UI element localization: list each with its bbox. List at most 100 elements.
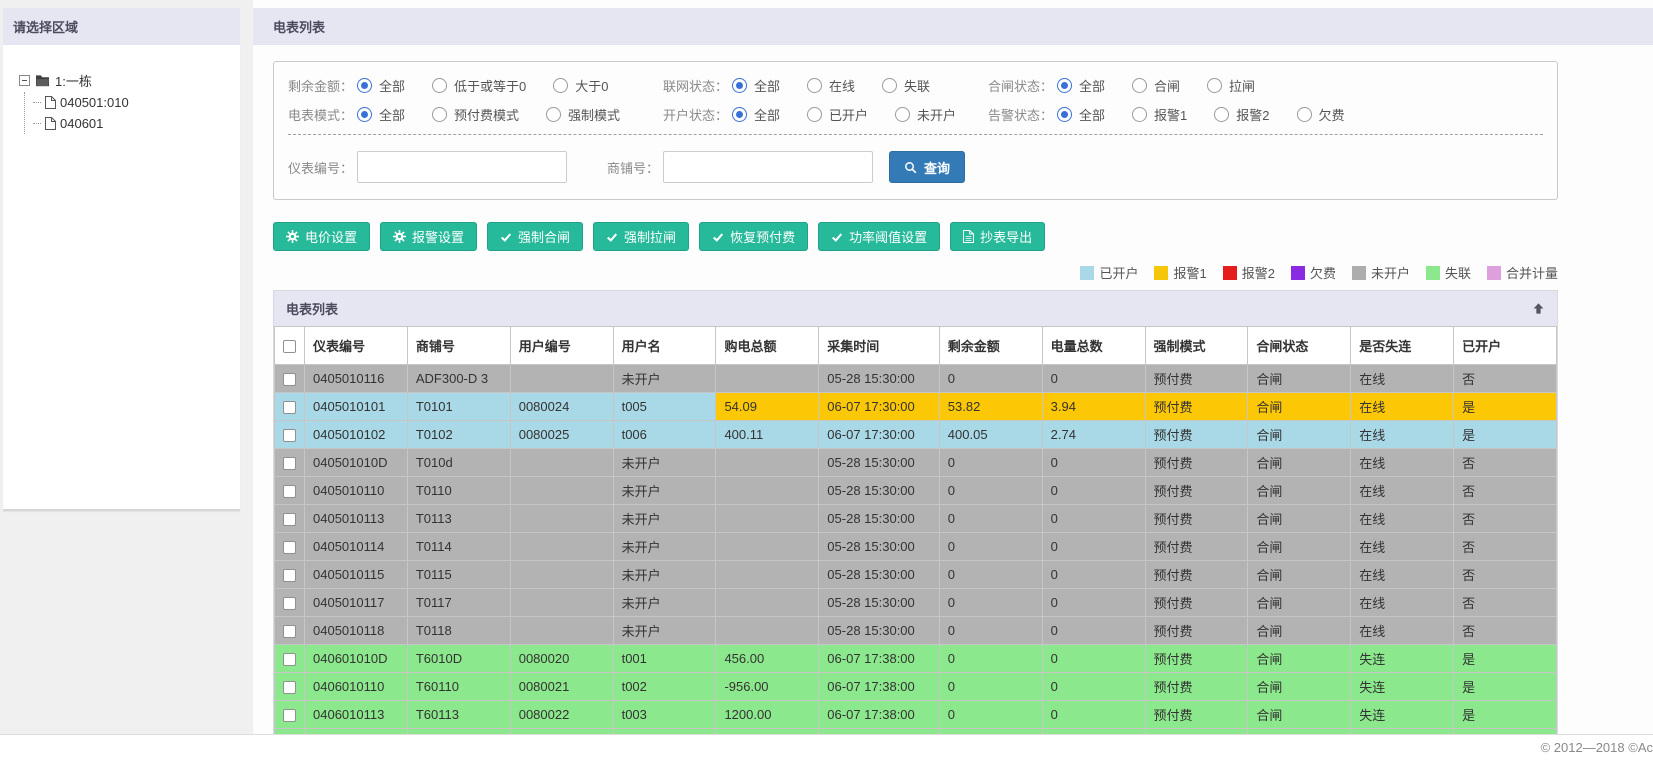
radio-option[interactable]: 预付费模式 — [432, 105, 519, 124]
radio-label: 全部 — [1079, 108, 1106, 123]
radio-button[interactable] — [1057, 78, 1073, 93]
radio-button[interactable] — [1207, 78, 1223, 93]
cell-购电总额: -956.00 — [715, 672, 820, 701]
radio-option[interactable]: 强制模式 — [546, 105, 620, 124]
radio-option[interactable]: 全部 — [1057, 76, 1105, 95]
cell-用户编号 — [509, 560, 614, 589]
radio-button[interactable] — [1057, 107, 1073, 122]
filter-group: 合闸状态： 全部 合闸 拉闸 — [988, 76, 1543, 95]
tree-node-040501:010[interactable]: 040501:010 — [33, 92, 232, 113]
cell-仪表编号: 0406010113 — [304, 700, 408, 729]
radio-option[interactable]: 在线 — [807, 76, 855, 95]
legend-item: 未开户 — [1351, 263, 1410, 282]
radio-button[interactable] — [1296, 107, 1312, 122]
radio-button[interactable] — [432, 78, 448, 93]
radio-button[interactable] — [546, 107, 562, 122]
radio-option[interactable]: 报警1 — [1132, 105, 1187, 124]
row-checkbox[interactable] — [283, 485, 296, 499]
radio-option[interactable]: 合闸 — [1132, 76, 1180, 95]
meter-table-panel: 电表列表 仪表编号 商铺号 用户编号 用户名 购电总额 采集时间 剩余金额 电量总数 强制模式合… — [273, 290, 1558, 734]
copyright: © 2012—2018 ©Ac — [1540, 740, 1653, 755]
radio-button[interactable] — [807, 78, 823, 93]
radio-option[interactable]: 拉闸 — [1207, 76, 1255, 95]
radio-button[interactable] — [553, 78, 569, 93]
radio-option[interactable]: 全部 — [1057, 105, 1105, 124]
table-row: 0405010101 T0101 0080024 t005 54.09 06-07 17:… — [274, 392, 1557, 421]
radio-button[interactable] — [882, 78, 898, 93]
action-button-强制拉闸[interactable]: 强制拉闸 — [593, 222, 690, 251]
radio-button[interactable] — [357, 107, 373, 122]
radio-button[interactable] — [1214, 107, 1230, 122]
cell-用户编号 — [509, 504, 614, 533]
radio-option[interactable]: 欠费 — [1296, 105, 1345, 124]
row-checkbox[interactable] — [283, 709, 296, 723]
radio-option[interactable]: 大于0 — [553, 76, 609, 95]
shop-number-input[interactable] — [663, 151, 874, 183]
tree-root-label: 1:一栋 — [55, 74, 92, 89]
row-checkbox[interactable] — [283, 373, 296, 387]
cell-用户编号: 0080025 — [509, 420, 614, 449]
action-button-强制合闸[interactable]: 强制合闸 — [487, 222, 584, 251]
cell-已开户: 否 — [1453, 588, 1557, 617]
row-checkbox[interactable] — [283, 429, 296, 443]
radio-option[interactable]: 全部 — [357, 105, 405, 124]
table-row: 0406010113 T60113 0080022 t003 1200.00 06-07 … — [274, 700, 1557, 729]
cell-采集时间: 05-28 15:30:00 — [818, 504, 940, 533]
collapse-panel-icon[interactable] — [1532, 302, 1545, 315]
radio-label: 全部 — [379, 108, 406, 123]
radio-button[interactable] — [732, 78, 748, 93]
cell-购电总额 — [715, 588, 820, 617]
row-checkbox[interactable] — [283, 681, 296, 695]
row-checkbox-cell — [274, 560, 305, 589]
radio-option[interactable]: 未开户 — [895, 105, 956, 124]
filter-group-label: 电表模式： — [288, 108, 354, 123]
cell-是否失连: 在线 — [1350, 532, 1455, 561]
action-button-恢复预付费[interactable]: 恢复预付费 — [699, 222, 809, 251]
action-button-功率阈值设置[interactable]: 功率阈值设置 — [818, 222, 941, 251]
sidebar: 请选择区域 1:一栋 040501:010 040601 — [0, 0, 253, 734]
cell-仪表编号: 0405010115 — [304, 560, 408, 589]
legend-item: 失联 — [1425, 263, 1471, 282]
column-header-商铺号: 商铺号 — [406, 326, 511, 365]
cell-购电总额: 54.09 — [715, 392, 820, 421]
tree-root-node[interactable]: 1:一栋 — [19, 71, 232, 90]
row-checkbox[interactable] — [283, 541, 296, 555]
cell-合闸状态: 合闸 — [1247, 700, 1352, 729]
row-checkbox[interactable] — [283, 625, 296, 639]
row-checkbox[interactable] — [283, 597, 296, 611]
filter-separator — [288, 134, 1543, 135]
action-button-电价设置[interactable]: 电价设置 — [273, 222, 371, 251]
cell-是否失连: 在线 — [1350, 364, 1455, 393]
row-checkbox[interactable] — [283, 569, 296, 583]
radio-button[interactable] — [807, 107, 823, 122]
radio-label: 拉闸 — [1229, 79, 1256, 94]
row-checkbox[interactable] — [283, 653, 296, 667]
filter-row: 电表模式： 全部 预付费模式 强制模式 开户状态： 全部 已开户 未开户 告警状态： 全部 报警1 报… — [274, 105, 1557, 124]
row-checkbox[interactable] — [283, 457, 296, 471]
radio-option[interactable]: 全部 — [357, 76, 405, 95]
radio-button[interactable] — [895, 107, 911, 122]
tree-collapse-icon[interactable] — [19, 75, 30, 86]
select-all-checkbox[interactable] — [283, 340, 296, 354]
tree-node-040601[interactable]: 040601 — [33, 113, 232, 134]
radio-option[interactable]: 已开户 — [807, 105, 868, 124]
radio-option[interactable]: 失联 — [882, 76, 930, 95]
search-button[interactable]: 查询 — [889, 151, 966, 183]
radio-option[interactable]: 全部 — [732, 76, 780, 95]
radio-button[interactable] — [1132, 107, 1148, 122]
row-checkbox[interactable] — [283, 513, 296, 527]
radio-button[interactable] — [432, 107, 448, 122]
radio-option[interactable]: 报警2 — [1214, 105, 1270, 124]
action-button-抄表导出[interactable]: 抄表导出 — [950, 222, 1046, 251]
legend-label: 欠费 — [1309, 266, 1336, 281]
shop-number-label: 商铺号： — [607, 160, 660, 176]
row-checkbox-cell — [274, 476, 305, 505]
radio-button[interactable] — [357, 78, 373, 93]
radio-option[interactable]: 全部 — [732, 105, 780, 124]
action-button-报警设置[interactable]: 报警设置 — [380, 222, 478, 251]
row-checkbox[interactable] — [283, 401, 296, 415]
radio-button[interactable] — [732, 107, 748, 122]
meter-number-input[interactable] — [357, 151, 568, 183]
radio-button[interactable] — [1132, 78, 1148, 93]
radio-option[interactable]: 低于或等于0 — [432, 76, 526, 95]
